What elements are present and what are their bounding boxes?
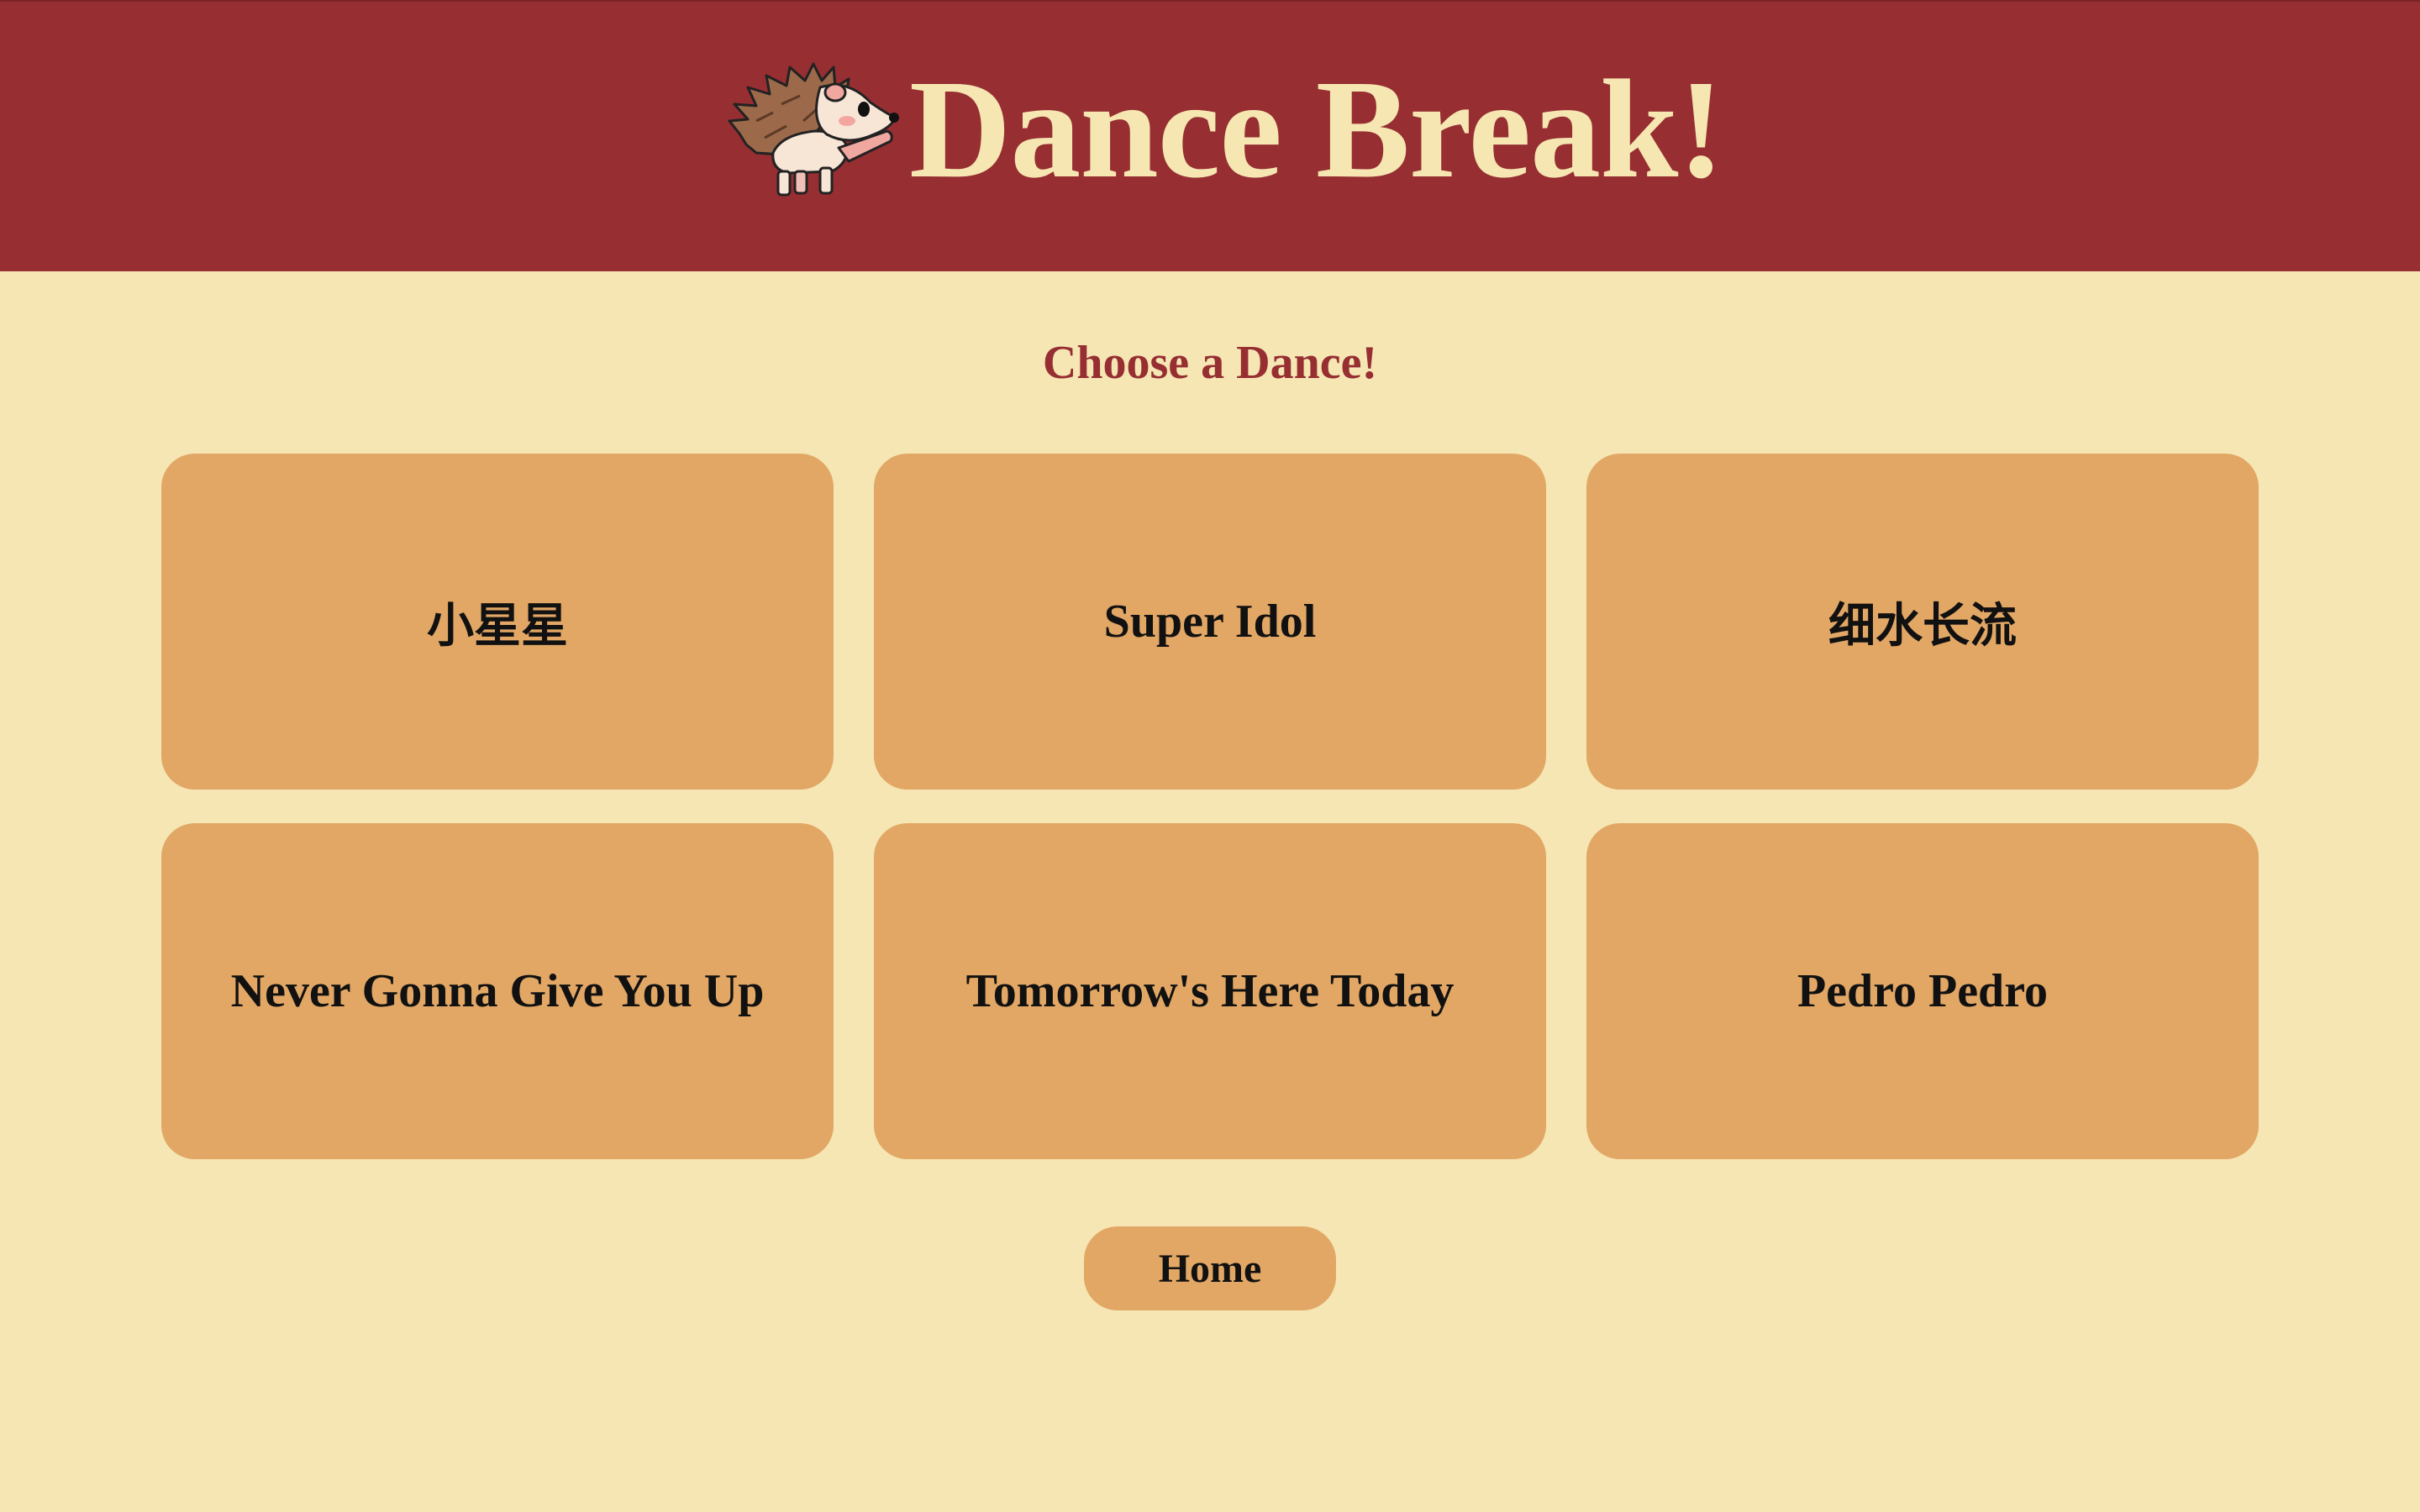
home-button[interactable]: Home bbox=[1084, 1226, 1336, 1310]
site-title: Dance Break! bbox=[909, 51, 1724, 207]
dance-card-label: Pedro Pedro bbox=[1797, 965, 2049, 1017]
page-subtitle: Choose a Dance! bbox=[1042, 337, 1378, 389]
dance-card-label: Never Gonna Give You Up bbox=[230, 965, 765, 1017]
dance-card-never-gonna-give-you-up[interactable]: Never Gonna Give You Up bbox=[161, 823, 834, 1159]
dance-card-xiaoxingxing[interactable]: 小星星 bbox=[161, 454, 834, 790]
dance-card-super-idol[interactable]: Super Idol bbox=[874, 454, 1546, 790]
dance-card-label: 细水长流 bbox=[1828, 600, 2017, 653]
hedgehog-mascot-icon bbox=[728, 62, 899, 197]
dance-card-pedro-pedro[interactable]: Pedro Pedro bbox=[1586, 823, 2259, 1159]
dance-card-label: Super Idol bbox=[1103, 596, 1317, 648]
dance-card-label: Tomorrow's Here Today bbox=[965, 965, 1455, 1017]
dance-card-xishuichangliu[interactable]: 细水长流 bbox=[1586, 454, 2259, 790]
dance-grid: 小星星 Super Idol 细水长流 Never Gonna Give You… bbox=[161, 454, 2259, 1159]
brand: Dance Break! bbox=[723, 45, 1724, 213]
dance-card-label: 小星星 bbox=[427, 600, 568, 653]
header-bar: Dance Break! bbox=[0, 0, 2420, 271]
dance-card-tomorrows-here-today[interactable]: Tomorrow's Here Today bbox=[874, 823, 1546, 1159]
home-button-label: Home bbox=[1158, 1246, 1262, 1291]
